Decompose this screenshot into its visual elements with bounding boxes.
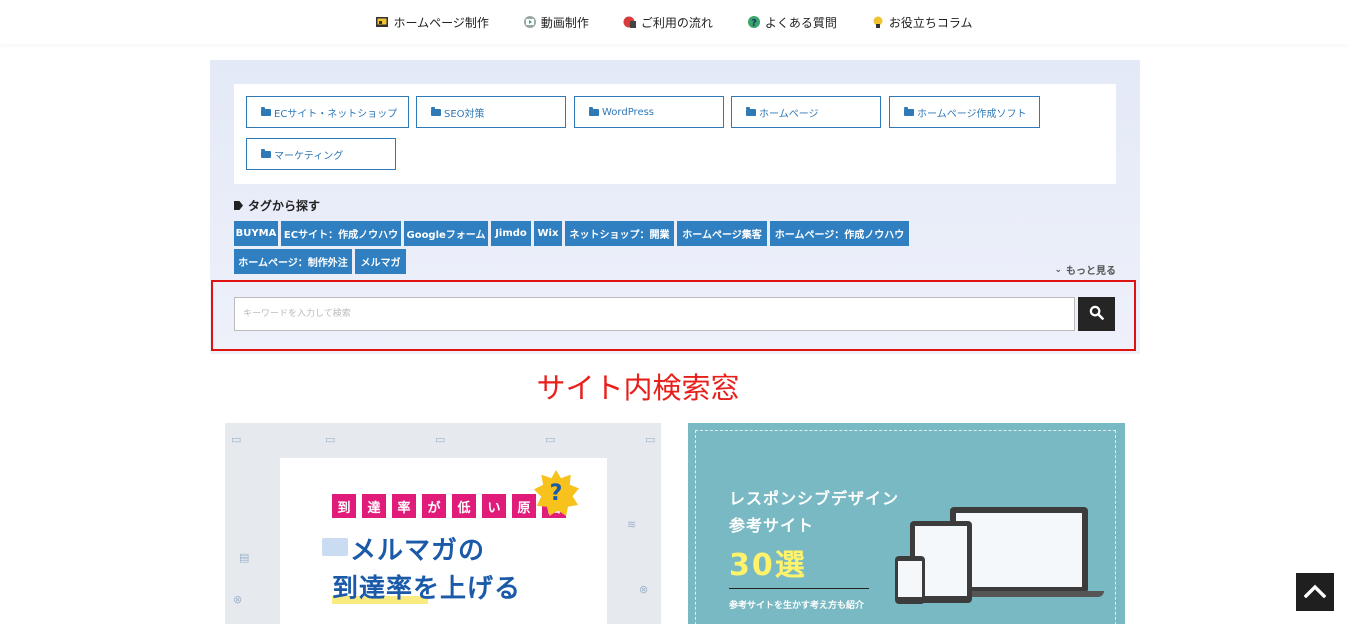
title-char: 到 (332, 494, 356, 518)
title-char: 達 (362, 494, 386, 518)
nav-item-faq[interactable]: ? よくある質問 (730, 14, 854, 31)
category-box: ECサイト・ネットショップ SEO対策 WordPress ホームページ ホーム… (234, 84, 1116, 184)
wave-icon: ≋ (627, 518, 637, 531)
tag-button[interactable]: メルマガ (355, 249, 406, 274)
more-label: もっと見る (1066, 266, 1116, 277)
monitor-icon: ▭ (325, 433, 336, 446)
category-button[interactable]: SEO対策 (416, 96, 566, 128)
thumbnail-card: 到 達 率 が 低 い 原 因 ? メルマガの 到達率を上げる (280, 458, 607, 624)
video-icon (523, 15, 537, 29)
category-button[interactable]: WordPress (574, 96, 724, 128)
tag-button[interactable]: ホームページ：作成ノウハウ (770, 221, 909, 246)
tag-heading-label: タグから探す (248, 199, 321, 213)
svg-text:?: ? (751, 18, 757, 29)
tag-icon (234, 201, 243, 210)
title-char: 原 (512, 494, 536, 518)
thumbnail-title1: レスポンシブデザイン (729, 489, 900, 508)
thumbnail-line2: 到達率を上げる (332, 574, 522, 604)
category-label: ホームページ作成ソフト (917, 108, 1027, 120)
title-char: 低 (452, 494, 476, 518)
category-label: ホームページ (759, 108, 819, 120)
nav-item-label: ご利用の流れ (640, 15, 713, 30)
title-chars-row: 到 達 率 が 低 い 原 因 (332, 494, 566, 518)
category-button[interactable]: ECサイト・ネットショップ (246, 96, 409, 128)
question-icon: ? (747, 15, 761, 29)
back-to-top-button[interactable] (1296, 573, 1334, 611)
folder-icon (746, 106, 756, 116)
nav-item-video[interactable]: 動画制作 (506, 14, 606, 31)
title-char: が (422, 494, 446, 518)
category-button[interactable]: マーケティング (246, 138, 396, 170)
search-button[interactable] (1078, 297, 1115, 331)
category-label: ECサイト・ネットショップ (274, 108, 398, 120)
tag-button[interactable]: ホームページ集客 (677, 221, 767, 246)
folder-icon (431, 106, 441, 116)
search-input[interactable] (234, 297, 1075, 331)
search-panel: ECサイト・ネットショップ SEO対策 WordPress ホームページ ホーム… (210, 60, 1140, 354)
folder-icon (904, 106, 914, 116)
monitor-icon: ▭ (645, 433, 656, 446)
tag-button[interactable]: ホームページ：制作外注 (234, 249, 352, 274)
nav-item-column[interactable]: お役立ちコラム (854, 14, 990, 31)
folder-icon (261, 106, 271, 116)
category-label: SEO対策 (444, 108, 485, 120)
divider (729, 588, 869, 589)
tag-button[interactable]: ネットショップ：開業 (565, 221, 674, 246)
thumbnail-title2: 参考サイト (729, 516, 815, 535)
tag-heading: タグから探す (234, 197, 320, 214)
title-char: 率 (392, 494, 416, 518)
nav-item-flow[interactable]: ご利用の流れ (606, 14, 730, 31)
title-char: い (482, 494, 506, 518)
article-thumbnail-melmaga[interactable]: ▭ ▭ ▭ ▭ ▭ ⊗ ⊗ ≋ ▤ 到 達 率 が 低 い 原 因 ? メルマガ… (225, 423, 661, 624)
envelope-icon (322, 538, 348, 556)
tag-button[interactable]: ECサイト：作成ノウハウ (281, 221, 401, 246)
article-thumbnail-responsive[interactable]: レスポンシブデザイン 参考サイト 30選 参考サイトを生かす考え方も紹介 (688, 423, 1125, 624)
tag-button[interactable]: Googleフォーム (404, 221, 488, 246)
thumbnail-big-number: 30選 (729, 548, 807, 583)
chevron-up-icon (1303, 583, 1327, 602)
top-nav: ホームページ制作 動画制作 ご利用の流れ ? よくある質問 お役立ちコラム (0, 0, 1348, 44)
annotation-label: サイト内検索窓 (536, 371, 740, 405)
search-icon (1089, 305, 1104, 323)
nav-item-label: よくある質問 (764, 15, 837, 30)
tag-button[interactable]: Jimdo (491, 221, 531, 246)
monitor-icon: ▭ (435, 433, 446, 446)
column-icon (871, 15, 885, 29)
nav-item-label: お役立ちコラム (888, 15, 973, 30)
category-label: WordPress (602, 106, 655, 118)
thumbnail-subtitle: 参考サイトを生かす考え方も紹介 (729, 601, 865, 611)
more-link[interactable]: ⌄ もっと見る (1054, 262, 1116, 278)
nav-item-label: 動画制作 (540, 15, 589, 30)
tag-button[interactable]: BUYMA (234, 221, 278, 246)
category-button[interactable]: ホームページ (731, 96, 881, 128)
flow-icon (623, 15, 637, 29)
category-button[interactable]: ホームページ作成ソフト (889, 96, 1040, 128)
nav-item-homepage[interactable]: ホームページ制作 (358, 14, 505, 31)
folder-icon (261, 148, 271, 158)
document-icon: ▤ (239, 551, 250, 564)
chevron-down-icon: ⌄ (1054, 264, 1062, 275)
close-circle-icon: ⊗ (233, 593, 243, 606)
nav-item-label: ホームページ制作 (393, 15, 489, 30)
close-circle-icon: ⊗ (639, 583, 649, 596)
thumbnail-line1: メルマガの (350, 536, 486, 566)
homepage-icon (375, 15, 389, 29)
folder-icon (589, 106, 599, 116)
monitor-icon: ▭ (545, 433, 556, 446)
category-label: マーケティング (274, 150, 344, 162)
phone-icon (895, 556, 925, 604)
monitor-icon: ▭ (231, 433, 242, 446)
tag-button[interactable]: Wix (534, 221, 562, 246)
